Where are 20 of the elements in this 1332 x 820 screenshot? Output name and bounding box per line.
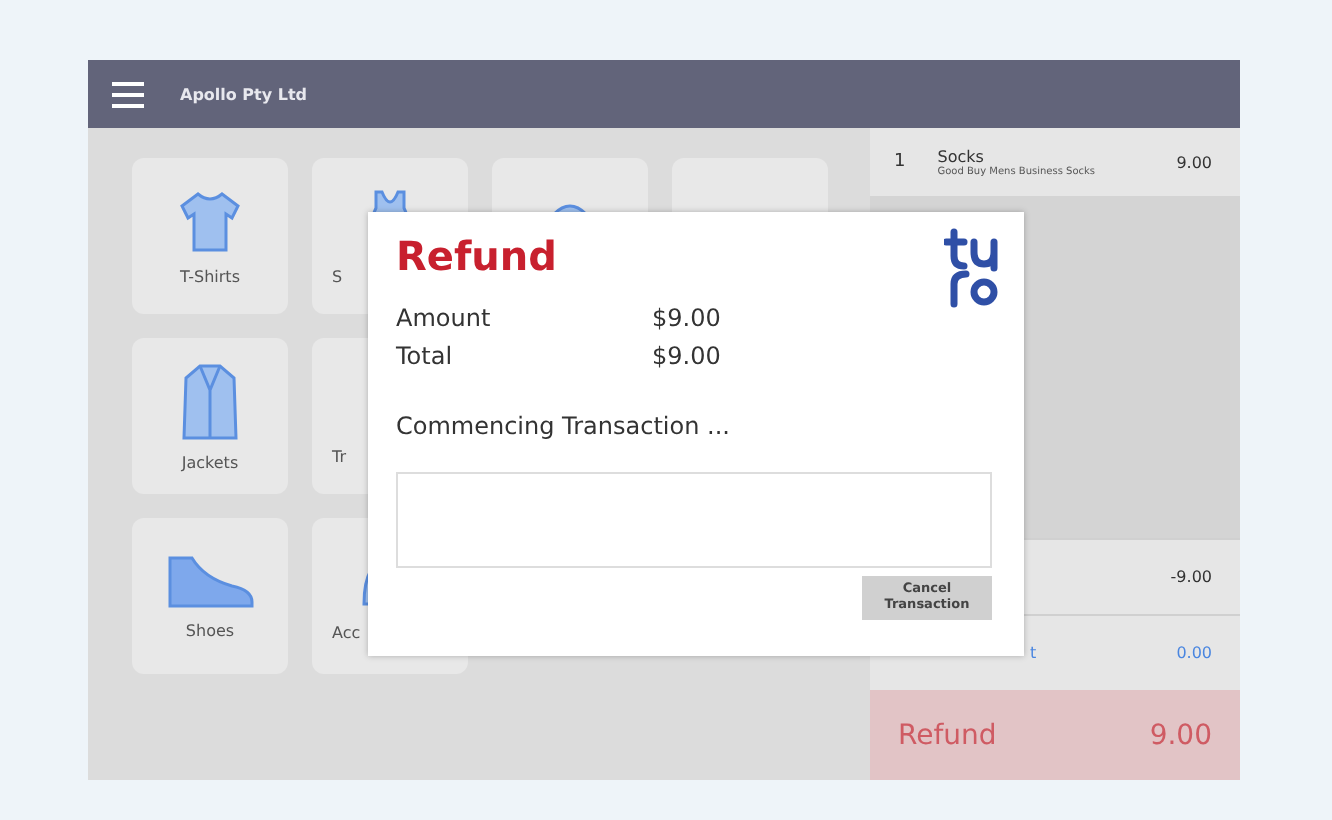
summary-value: 0.00 — [1176, 644, 1212, 662]
line-price: 9.00 — [1176, 153, 1212, 171]
amount-value: $9.00 — [652, 340, 721, 374]
dialog-title: Refund — [396, 232, 557, 280]
amount-label: Total — [396, 340, 455, 374]
line-quantity: 1 — [894, 152, 906, 172]
category-label: Jackets — [181, 453, 239, 471]
product-name: Socks — [937, 147, 986, 165]
category-label: S — [330, 267, 343, 285]
category-label: Acc — [330, 623, 361, 641]
total-label: Refund — [898, 719, 997, 751]
amount-value: $9.00 — [652, 302, 721, 336]
store-name: Apollo Pty Ltd — [180, 85, 308, 103]
summary-value: -9.00 — [1170, 568, 1212, 586]
total-value: 9.00 — [1149, 719, 1212, 751]
transaction-status: Commencing Transaction ... — [396, 412, 732, 440]
category-label: Tr — [330, 447, 346, 465]
category-label: T-Shirts — [179, 267, 240, 285]
amount-label: Amount — [396, 302, 493, 336]
category-label: Shoes — [185, 621, 235, 639]
